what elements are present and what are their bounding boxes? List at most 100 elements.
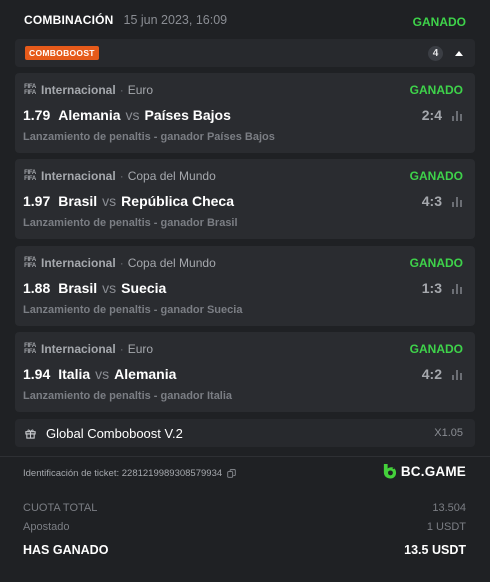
separator-dot: · <box>119 342 124 356</box>
bc-game-logo-icon <box>383 463 396 479</box>
match-title: 1.94 Italia vs Alemania <box>23 366 176 382</box>
bar-chart-icon[interactable] <box>452 110 463 121</box>
match-score: 4:2 <box>421 366 442 382</box>
section-divider <box>0 456 490 457</box>
comboboost-bar[interactable]: COMBOBOOST 4 <box>15 39 475 67</box>
vs-label: vs <box>102 193 117 209</box>
selection-header: FIFA FIFA Internacional · Copa del Mundo … <box>23 168 463 184</box>
separator-dot: · <box>119 256 124 270</box>
match-row: 1.88 Brasil vs Suecia 1:3 <box>23 278 463 298</box>
ticket-id: Identificación de ticket: 22812199893085… <box>23 468 223 479</box>
selection-card: FIFA FIFA Internacional · Euro GANADO 1.9… <box>15 332 475 412</box>
bet-ticket: COMBINACIÓN 15 jun 2023, 16:09 GANADO CO… <box>0 0 490 582</box>
match-title: 1.88 Brasil vs Suecia <box>23 280 166 296</box>
header-left: COMBINACIÓN 15 jun 2023, 16:09 <box>24 13 227 27</box>
league-name: Internacional <box>41 342 116 356</box>
competition-name: Euro <box>127 83 154 97</box>
bet-date: 15 jun 2023, 16:09 <box>123 13 228 27</box>
total-odds-value: 13.504 <box>432 502 466 514</box>
selection-card: FIFA FIFA Internacional · Euro GANADO 1.7… <box>15 73 475 153</box>
separator-dot: · <box>119 169 124 183</box>
gift-icon <box>25 428 36 439</box>
brand-logo: BC.GAME <box>382 463 466 479</box>
vs-label: vs <box>125 107 140 123</box>
match-score: 4:3 <box>421 193 442 209</box>
match-score: 1:3 <box>421 280 442 296</box>
copy-icon[interactable] <box>227 469 236 478</box>
selection-status: GANADO <box>409 342 463 356</box>
caret-up-icon[interactable] <box>455 50 463 56</box>
bet-type-label: COMBINACIÓN <box>24 13 114 27</box>
fifa-logo-icon: FIFA FIFA <box>24 84 36 96</box>
selection-card: FIFA FIFA Internacional · Copa del Mundo … <box>15 159 475 239</box>
home-team: Brasil <box>58 193 98 209</box>
global-boost-label: Global Comboboost V.2 <box>46 425 183 441</box>
brand-name: BC.GAME <box>400 463 466 479</box>
market-description: Lanzamiento de penaltis - ganador Suecia <box>23 304 243 316</box>
stake-label: Apostado <box>23 521 70 533</box>
vs-label: vs <box>102 280 117 296</box>
match-score: 2:4 <box>421 107 442 123</box>
league-name: Internacional <box>41 256 116 270</box>
market-description: Lanzamiento de penaltis - ganador Brasil <box>23 217 238 229</box>
selection-odds: 1.79 <box>23 107 51 123</box>
match-row: 1.94 Italia vs Alemania 4:2 <box>23 364 463 384</box>
ticket-header: COMBINACIÓN 15 jun 2023, 16:09 GANADO <box>24 10 466 30</box>
match-title: 1.79 Alemania vs Países Bajos <box>23 107 231 123</box>
selection-status: GANADO <box>409 169 463 183</box>
league-info: FIFA FIFA Internacional · Copa del Mundo <box>23 169 216 183</box>
ticket-status: GANADO <box>412 15 466 29</box>
fifa-logo-icon: FIFA FIFA <box>24 343 36 355</box>
score-area: 4:3 <box>422 193 463 209</box>
selection-odds: 1.88 <box>23 280 51 296</box>
global-boost-label-group: Global Comboboost V.2 <box>25 426 183 441</box>
away-team: Alemania <box>114 366 177 382</box>
match-title: 1.97 Brasil vs República Checa <box>23 193 234 209</box>
selection-odds: 1.97 <box>23 193 51 209</box>
match-row: 1.79 Alemania vs Países Bajos 2:4 <box>23 105 463 125</box>
fifa-logo-icon: FIFA FIFA <box>24 257 36 269</box>
score-area: 1:3 <box>422 280 463 296</box>
total-odds-row: CUOTA TOTAL 13.504 <box>23 502 466 514</box>
selection-count: 4 <box>428 45 443 61</box>
league-name: Internacional <box>41 169 116 183</box>
selection-status: GANADO <box>409 83 463 97</box>
selection-header: FIFA FIFA Internacional · Copa del Mundo … <box>23 255 463 271</box>
global-boost-multiplier: X1.05 <box>434 427 463 439</box>
market-description: Lanzamiento de penaltis - ganador Italia <box>23 390 233 402</box>
winnings-value: 13.5 USDT <box>404 543 466 557</box>
comboboost-badge: COMBOBOOST <box>25 46 99 60</box>
competition-name: Euro <box>127 342 154 356</box>
fifa-logo-icon: FIFA FIFA <box>24 170 36 182</box>
market-description: Lanzamiento de penaltis - ganador Países… <box>23 131 275 143</box>
competition-name: Copa del Mundo <box>127 169 216 183</box>
league-info: FIFA FIFA Internacional · Euro <box>23 83 153 97</box>
total-odds-label: CUOTA TOTAL <box>23 502 98 514</box>
home-team: Brasil <box>58 280 98 296</box>
vs-label: vs <box>95 366 110 382</box>
score-area: 2:4 <box>422 107 463 123</box>
selection-header: FIFA FIFA Internacional · Euro GANADO <box>23 82 463 98</box>
selection-odds: 1.94 <box>23 366 51 382</box>
score-area: 4:2 <box>422 366 463 382</box>
winnings-label: HAS GANADO <box>23 543 109 557</box>
bar-chart-icon[interactable] <box>452 369 463 380</box>
league-name: Internacional <box>41 83 116 97</box>
stake-value: 1 USDT <box>426 521 466 533</box>
home-team: Alemania <box>58 107 121 123</box>
selection-status: GANADO <box>409 256 463 270</box>
home-team: Italia <box>58 366 91 382</box>
away-team: Suecia <box>121 280 167 296</box>
stake-row: Apostado 1 USDT <box>23 521 466 533</box>
selection-header: FIFA FIFA Internacional · Euro GANADO <box>23 341 463 357</box>
global-comboboost-row: Global Comboboost V.2 X1.05 <box>15 419 475 447</box>
combo-controls: 4 <box>428 45 463 61</box>
selection-card: FIFA FIFA Internacional · Copa del Mundo … <box>15 246 475 326</box>
league-info: FIFA FIFA Internacional · Copa del Mundo <box>23 256 216 270</box>
bar-chart-icon[interactable] <box>452 283 463 294</box>
bar-chart-icon[interactable] <box>452 196 463 207</box>
ticket-id-row: Identificación de ticket: 22812199893085… <box>23 468 236 479</box>
match-row: 1.97 Brasil vs República Checa 4:3 <box>23 191 463 211</box>
league-info: FIFA FIFA Internacional · Euro <box>23 342 153 356</box>
away-team: República Checa <box>121 193 234 209</box>
